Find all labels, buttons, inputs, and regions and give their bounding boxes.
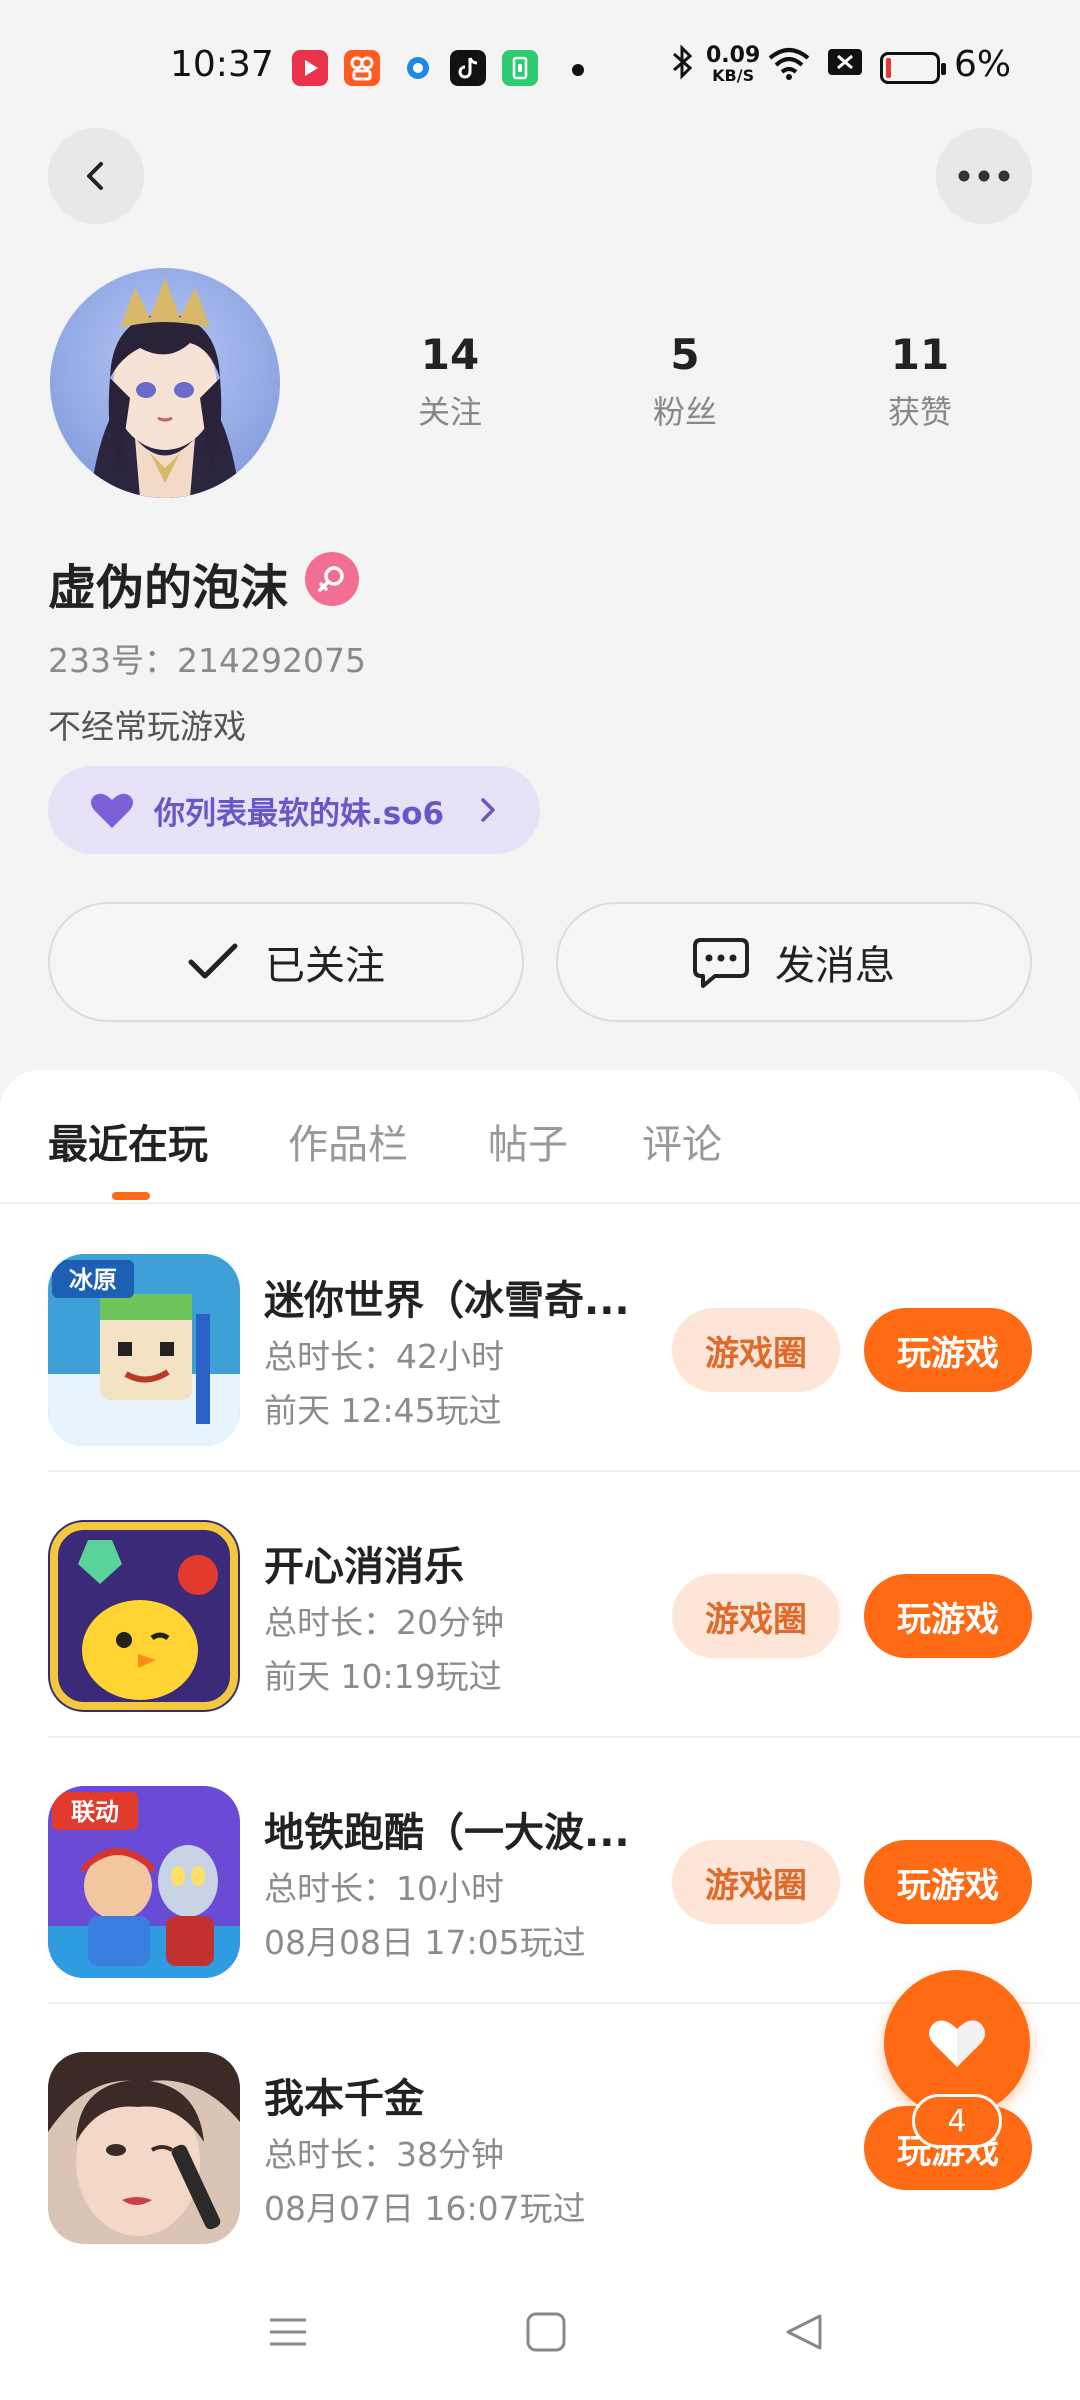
network-speed: 0.09 KB/S [706,43,761,86]
signature-tag[interactable]: 你列表最软的妹.so6 [48,766,540,854]
game-circle-button[interactable]: 游戏圈 [672,1840,840,1924]
phone-manager-icon [502,50,538,86]
game-duration: 总时长：10小时 [264,1869,504,1908]
play-game-button[interactable]: 玩游戏 [864,1308,1032,1392]
kuaishou-app-icon [344,50,380,86]
content-panel: 最近在玩 作品栏 帖子 评论 冰原 迷你世界（冰雪奇... 总时长：42小时 前… [0,1070,1080,2400]
profile-stats: 14 关注 5 粉丝 11 获赞 [360,330,1010,433]
check-icon [188,943,238,979]
game-last-played: 08月08日 17:05玩过 [264,1923,586,1962]
game-duration: 总时长：42小时 [264,1337,504,1376]
tab-comments[interactable]: 评论 [642,1112,722,1170]
menu-icon[interactable] [266,2310,310,2358]
nickname: 虚伪的泡沫 [48,560,289,616]
following-count: 14 [420,330,480,379]
play-game-button[interactable]: 玩游戏 [864,1574,1032,1658]
profile-tabs: 最近在玩 作品栏 帖子 评论 [0,1070,1080,1204]
game-icon-happy-match [48,1520,240,1712]
chevron-right-icon [481,798,495,822]
status-bar: 10:37 0.09 KB/S 6% [0,0,1080,130]
fans-stat[interactable]: 5 粉丝 [595,330,775,433]
game-last-played: 前天 10:19玩过 [264,1657,502,1696]
game-last-played: 08月07日 16:07玩过 [264,2189,586,2228]
game-row[interactable]: 联动 地铁跑酷（一大波... 总时长：10小时 08月08日 17:05玩过 游… [48,1738,1080,2004]
game-row[interactable]: 冰原 迷你世界（冰雪奇... 总时长：42小时 前天 12:45玩过 游戏圈 玩… [48,1206,1080,1472]
game-icon-wo-ben-qian-jin [48,2052,240,2244]
fans-label: 粉丝 [652,393,717,431]
send-message-label: 发消息 [775,943,895,989]
game-last-played: 前天 12:45玩过 [264,1391,502,1430]
send-message-button[interactable]: 发消息 [556,902,1032,1022]
user-id: 233号：214292075 [48,641,366,680]
avatar[interactable] [50,268,280,498]
chat-bubble-icon [693,938,749,988]
icon-badge-text: 联动 [71,1798,119,1826]
profile-page: 10:37 0.09 KB/S 6% 14 关注 5 粉丝 11 获赞 虚伪的泡… [0,0,1080,2400]
likes-count: 11 [890,330,950,379]
game-circle-button[interactable]: 游戏圈 [672,1574,840,1658]
game-title: 我本千金 [264,2076,424,2122]
active-tab-indicator [112,1192,150,1200]
game-title: 开心消消乐 [264,1544,464,1590]
status-time: 10:37 [170,44,274,85]
game-title: 地铁跑酷（一大波... [264,1810,630,1856]
fans-count: 5 [670,330,700,379]
back-button[interactable] [48,128,144,224]
battery-icon [880,52,946,84]
tab-posts[interactable]: 帖子 [488,1112,568,1170]
more-dots-icon [958,170,1010,182]
chevron-left-icon [87,162,103,190]
following-label: 关注 [417,393,482,431]
game-row[interactable]: 开心消消乐 总时长：20分钟 前天 10:19玩过 游戏圈 玩游戏 [48,1472,1080,1738]
followed-label: 已关注 [265,943,385,989]
icon-badge-text: 冰原 [69,1266,117,1294]
likes-label: 获赞 [887,393,952,431]
more-options-button[interactable] [936,128,1032,224]
game-icon-mini-world: 冰原 [48,1254,240,1446]
tiktok-app-icon [450,50,486,86]
back-triangle-icon[interactable] [782,2310,826,2358]
game-duration: 总时长：38分钟 [264,2135,504,2174]
signature-tag-text: 你列表最软的妹.so6 [154,795,445,832]
sim-off-icon [826,44,864,89]
following-stat[interactable]: 14 关注 [360,330,540,433]
game-circle-button[interactable]: 游戏圈 [672,1308,840,1392]
notification-dot [572,64,584,76]
game-title: 迷你世界（冰雪奇... [264,1278,630,1324]
tab-recently-played[interactable]: 最近在玩 [48,1112,208,1170]
play-game-button[interactable]: 玩游戏 [864,1840,1032,1924]
user-bio: 不经常玩游戏 [48,707,246,746]
battery-percent: 6% [954,44,1012,85]
likes-stat[interactable]: 11 获赞 [830,330,1010,433]
followed-button[interactable]: 已关注 [48,902,524,1022]
tab-works[interactable]: 作品栏 [288,1112,408,1170]
fab-count-badge: 4 [912,2094,1002,2148]
heart-icon [929,2020,985,2067]
wifi-icon [766,44,812,89]
home-icon[interactable] [524,2310,568,2358]
video-app-icon [292,50,328,86]
female-gender-icon [305,552,359,606]
game-duration: 总时长：20分钟 [264,1603,504,1642]
battery-level [886,58,891,78]
system-nav-bar [0,2270,1080,2400]
game-icon-subway-surfers: 联动 [48,1786,240,1978]
bluetooth-icon [668,44,696,89]
browser-app-icon [400,50,436,86]
heart-icon [91,793,133,828]
